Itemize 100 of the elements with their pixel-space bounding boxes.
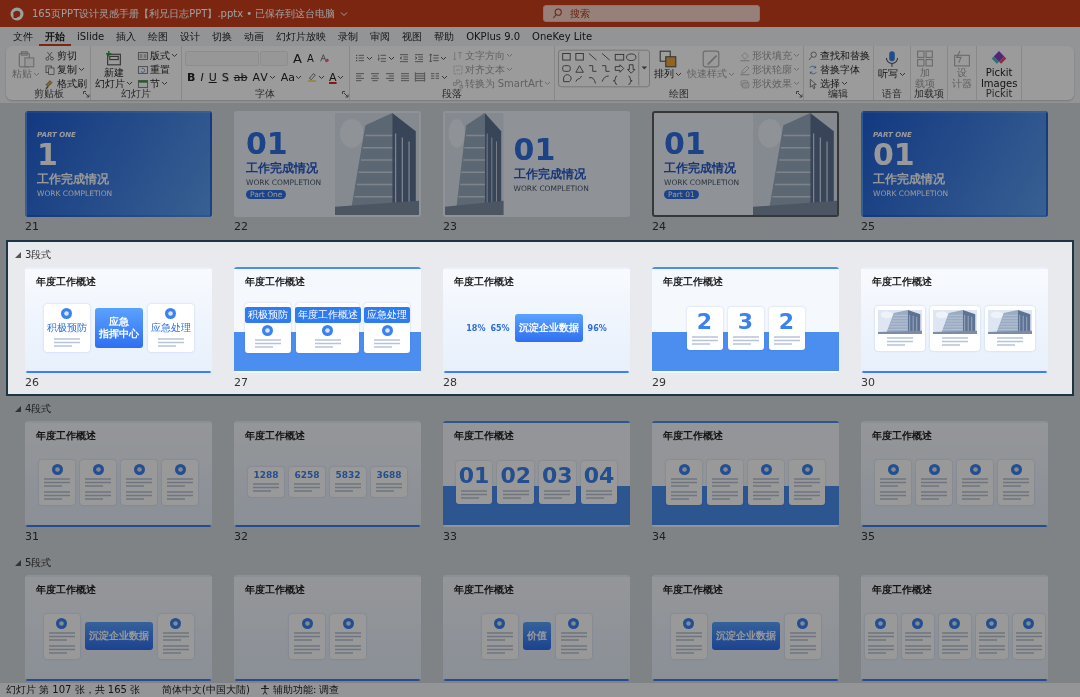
text-lines <box>252 338 283 349</box>
slide-title: 年度工作概述 <box>454 583 514 597</box>
slide-thumbnail[interactable]: 年度工作概述 积极预防 应急 指挥中心 应急处理 <box>25 267 212 373</box>
text-lines <box>792 489 822 501</box>
ribbon-button[interactable]: 替换字体 <box>806 63 870 76</box>
section-label[interactable]: 5段式 <box>25 557 52 569</box>
search-field[interactable]: 搜索 <box>543 5 760 22</box>
menu-tab[interactable]: 切换 <box>206 27 239 46</box>
group-label: 语音 <box>881 88 902 100</box>
group-label: Pickit <box>985 88 1013 100</box>
circle-icon <box>174 463 186 475</box>
slide-thumbnail[interactable]: 年度工作概述 1288 6258 5832 3688 <box>234 421 421 527</box>
dialog-launcher-icon[interactable] <box>341 91 349 98</box>
menu-tab[interactable]: 录制 <box>332 27 365 46</box>
dialog-launcher-icon[interactable] <box>83 91 90 98</box>
format-button[interactable]: Aa <box>278 69 305 85</box>
section-label[interactable]: 3段式 <box>25 249 52 261</box>
menu-tab[interactable]: 文件 <box>7 27 39 46</box>
text-lines <box>160 643 191 655</box>
collapse-triangle-icon[interactable] <box>15 252 21 258</box>
document-title: 165页PPT设计灵感手册【利兄日志PPT】.pptx • 已保存到这台电脑 <box>32 6 336 21</box>
ribbon-button[interactable]: 排列 <box>652 49 683 88</box>
circle-icon <box>51 463 63 475</box>
menu-tab[interactable]: 设计 <box>174 27 207 46</box>
slide-thumbnail[interactable]: 年度工作概述 01 02 03 04 <box>443 421 630 527</box>
format-button[interactable]: B <box>185 69 198 85</box>
language-status[interactable]: 简体中文(中国大陆) <box>162 683 250 697</box>
status-text: 幻灯片 第 107 张，共 165 张 <box>6 683 141 697</box>
accessibility-status[interactable]: 辅助功能: 调查 <box>272 683 340 697</box>
ribbon-button[interactable]: 剪切 <box>44 49 87 62</box>
paint-bucket-icon <box>738 49 751 62</box>
text-lines <box>46 643 77 655</box>
format-button[interactable]: A <box>327 69 346 85</box>
circle-icon <box>887 463 899 475</box>
slide-thumbnail[interactable]: 年度工作概述 积极预防 年度工作概述 应急处理 <box>234 267 421 373</box>
format-button[interactable]: A <box>291 50 304 66</box>
feature-title: 沉淀企业数据 <box>88 630 149 642</box>
slide-thumbnail[interactable]: 年度工作概述 沉淀企业数据 <box>652 575 839 681</box>
section-icon <box>137 77 149 90</box>
text-lines <box>689 334 720 346</box>
format-button[interactable]: AV <box>250 69 278 85</box>
ribbon-button[interactable] <box>412 69 427 85</box>
menu-tab[interactable]: OneKey Lite <box>526 27 599 46</box>
collapse-triangle-icon[interactable] <box>15 560 21 566</box>
menu-tab[interactable]: 视图 <box>396 27 429 46</box>
text-lines <box>919 489 949 501</box>
slide-title: 年度工作概述 <box>663 275 723 289</box>
slide-thumbnail[interactable]: 年度工作概述 <box>861 421 1048 527</box>
slide-number: 22 <box>234 220 248 233</box>
text-lines <box>878 476 908 488</box>
ribbon-button[interactable]: 查找和替换 <box>806 49 870 62</box>
menu-tab[interactable]: 审阅 <box>364 27 397 46</box>
text-lines <box>484 643 515 655</box>
format-button[interactable]: I <box>198 69 206 85</box>
text-lines <box>292 482 322 493</box>
menu-tab[interactable]: 帮助 <box>428 27 461 46</box>
collapse-triangle-icon[interactable] <box>15 406 21 412</box>
slide-thumbnail[interactable]: 年度工作概述 <box>25 421 212 527</box>
slide-thumbnail[interactable]: 年度工作概述 <box>861 575 1048 681</box>
menu-tab[interactable]: OKPlus 9.0 <box>460 27 527 46</box>
slide-thumbnail[interactable]: 年度工作概述 <box>861 267 1048 373</box>
card-number: 6258 <box>294 471 320 480</box>
slide-thumbnail[interactable]: 年度工作概述 <box>234 575 421 681</box>
circle-icon <box>719 463 731 475</box>
slide-thumbnail[interactable]: 年度工作概述 18% 65% 沉淀企业数据 96% <box>443 267 630 373</box>
circle-icon <box>1010 463 1022 475</box>
slide-thumbnail[interactable]: 年度工作概述 沉淀企业数据 <box>25 575 212 681</box>
menu-tab[interactable]: iSlide <box>71 27 111 46</box>
format-button[interactable]: ab <box>231 69 250 85</box>
text-lines <box>155 337 186 348</box>
shape-gallery[interactable] <box>557 49 650 88</box>
circle-icon <box>494 617 505 629</box>
ribbon-button[interactable]: 复制 <box>44 63 87 76</box>
ribbon-button[interactable]: 版式 <box>137 49 178 62</box>
menu-tab[interactable]: 动画 <box>238 27 271 46</box>
reset-icon <box>137 63 149 76</box>
caret-icon[interactable] <box>340 10 349 17</box>
ribbon-button[interactable]: 选择 <box>806 77 870 90</box>
dialog-launcher-icon[interactable] <box>795 91 803 98</box>
format-button[interactable]: S <box>219 69 231 85</box>
ribbon-button[interactable]: Pickit Images <box>979 49 1019 89</box>
ribbon-button[interactable]: 重置 <box>137 63 178 76</box>
ribbon-button[interactable]: 格式刷 <box>44 77 87 90</box>
menu-tab[interactable]: 绘图 <box>142 27 175 46</box>
slide-thumbnail[interactable]: 年度工作概述 价值 <box>443 575 630 681</box>
text-lines <box>792 476 822 488</box>
slide-thumbnail[interactable]: 年度工作概述 2 3 2 <box>652 267 839 373</box>
ribbon-button[interactable]: 新建 幻灯片 <box>94 49 134 89</box>
slide-thumbnail[interactable]: 年度工作概述 <box>652 421 839 527</box>
stat-value: 18% <box>466 323 486 333</box>
format-button[interactable]: U <box>206 69 219 85</box>
menu-tab[interactable]: 幻灯片放映 <box>270 27 333 46</box>
section-label[interactable]: 4段式 <box>25 403 52 415</box>
menu-tab[interactable]: 插入 <box>110 27 143 46</box>
text-lines <box>292 643 322 655</box>
outdent-icon <box>397 52 410 64</box>
circle-icon <box>969 463 981 475</box>
ribbon-button[interactable]: 节 <box>137 77 178 90</box>
format-button[interactable]: A <box>304 50 316 66</box>
ribbon-button[interactable]: 听写 <box>876 49 907 88</box>
